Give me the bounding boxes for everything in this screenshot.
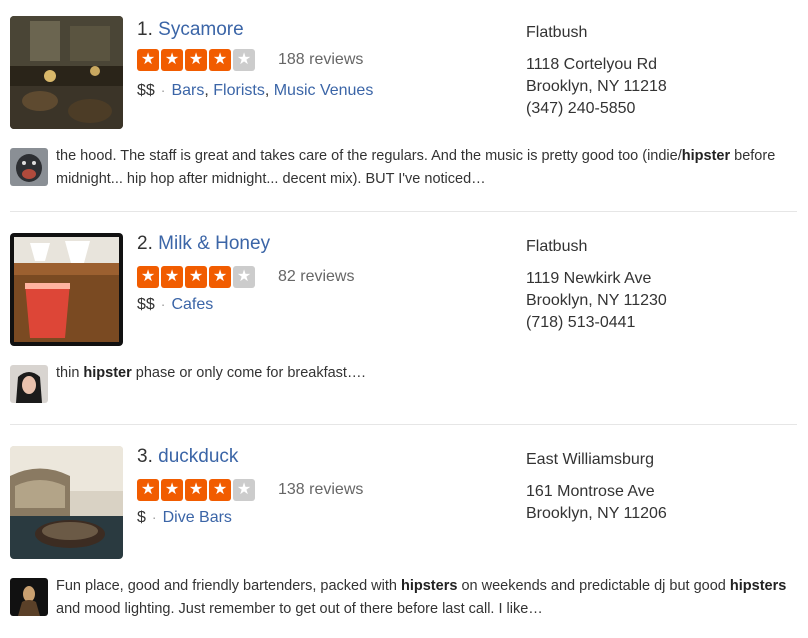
- star-icon: ★: [209, 479, 231, 501]
- business-name-link[interactable]: duckduck: [158, 446, 238, 467]
- star-icon: ★: [137, 266, 159, 288]
- category-link[interactable]: Florists: [213, 82, 265, 99]
- cafe-drink-photo[interactable]: [10, 233, 123, 346]
- neighborhood: Flatbush: [526, 24, 588, 41]
- divider: [10, 424, 797, 425]
- highlight-term: hipsters: [401, 578, 458, 594]
- address-block: Flatbush 1119 Newkirk Ave Brooklyn, NY 1…: [526, 236, 667, 334]
- address-block: East Williamsburg 161 Montrose Ave Brook…: [526, 449, 667, 525]
- address-block: Flatbush 1118 Cortelyou Rd Brooklyn, NY …: [526, 22, 667, 120]
- phone-number: (718) 513-0441: [526, 314, 636, 331]
- phone-number: (347) 240-5850: [526, 100, 636, 117]
- snippet-text: thin hipster phase or only come for brea…: [56, 365, 366, 381]
- price-range: $: [137, 509, 146, 526]
- business-title: 2. Milk & Honey: [137, 233, 270, 255]
- highlight-term: hipsters: [729, 578, 787, 594]
- price-range: $$: [137, 82, 155, 99]
- star-rating: ★ ★ ★ ★ ★: [137, 49, 255, 71]
- neighborhood: Flatbush: [526, 238, 588, 255]
- star-icon: ★: [161, 49, 183, 71]
- user-avatar-dark[interactable]: [10, 578, 48, 616]
- review-count: 188 reviews: [278, 51, 364, 68]
- business-title: 1. Sycamore: [137, 19, 244, 41]
- star-icon: ★: [209, 49, 231, 71]
- star-icon: ★: [233, 479, 255, 501]
- result-rank: 1.: [137, 19, 153, 40]
- star-icon: ★: [185, 479, 207, 501]
- separator-dot: ·: [151, 509, 157, 525]
- business-name-link[interactable]: Sycamore: [158, 19, 244, 40]
- separator-dot: ·: [160, 82, 166, 98]
- star-icon: ★: [161, 266, 183, 288]
- result-rank: 2.: [137, 233, 153, 254]
- divider: [10, 211, 797, 212]
- category-link[interactable]: Cafes: [171, 296, 213, 313]
- price-category-line: $$ · Bars, Florists, Music Venues: [137, 82, 374, 99]
- price-range: $$: [137, 296, 155, 313]
- neighborhood: East Williamsburg: [526, 451, 655, 468]
- address-city: Brooklyn, NY 11206: [526, 505, 667, 522]
- address-street: 1119 Newkirk Ave: [526, 270, 652, 287]
- address-street: 1118 Cortelyou Rd: [526, 56, 658, 73]
- separator-dot: ·: [160, 296, 166, 312]
- search-results-list: 1. Sycamore ★ ★ ★ ★ ★ 188 reviews $$ · Bar…: [0, 0, 808, 638]
- price-category-line: $$ · Cafes: [137, 296, 213, 314]
- star-icon: ★: [137, 49, 159, 71]
- user-avatar-woman[interactable]: [10, 365, 48, 403]
- user-avatar-gorilla[interactable]: [10, 148, 48, 186]
- star-icon: ★: [137, 479, 159, 501]
- price-category-line: $ · Dive Bars: [137, 509, 232, 527]
- star-icon: ★: [185, 49, 207, 71]
- star-rating: ★ ★ ★ ★ ★: [137, 479, 255, 501]
- star-icon: ★: [185, 266, 207, 288]
- category-link[interactable]: Bars: [171, 82, 204, 99]
- bar-photo[interactable]: [10, 16, 123, 129]
- star-icon: ★: [233, 266, 255, 288]
- address-city: Brooklyn, NY 11218: [526, 78, 667, 95]
- business-name-link[interactable]: Milk & Honey: [158, 233, 270, 254]
- review-count: 138 reviews: [278, 481, 364, 498]
- review-count: 82 reviews: [278, 268, 355, 285]
- highlight-term: hipster: [83, 365, 132, 381]
- snippet-text: the hood. The staff is great and takes c…: [56, 148, 776, 187]
- star-icon: ★: [161, 479, 183, 501]
- result-rank: 3.: [137, 446, 153, 467]
- highlight-term: hipster: [681, 148, 731, 164]
- category-link[interactable]: Dive Bars: [163, 509, 232, 526]
- star-icon: ★: [209, 266, 231, 288]
- address-street: 161 Montrose Ave: [526, 483, 655, 500]
- star-rating: ★ ★ ★ ★ ★: [137, 266, 255, 288]
- star-icon: ★: [233, 49, 255, 71]
- category-link[interactable]: Music Venues: [274, 82, 374, 99]
- address-city: Brooklyn, NY 11230: [526, 292, 667, 309]
- snippet-text: Fun place, good and friendly bartenders,…: [56, 578, 787, 617]
- business-title: 3. duckduck: [137, 446, 238, 468]
- dive-bar-photo[interactable]: [10, 446, 123, 559]
